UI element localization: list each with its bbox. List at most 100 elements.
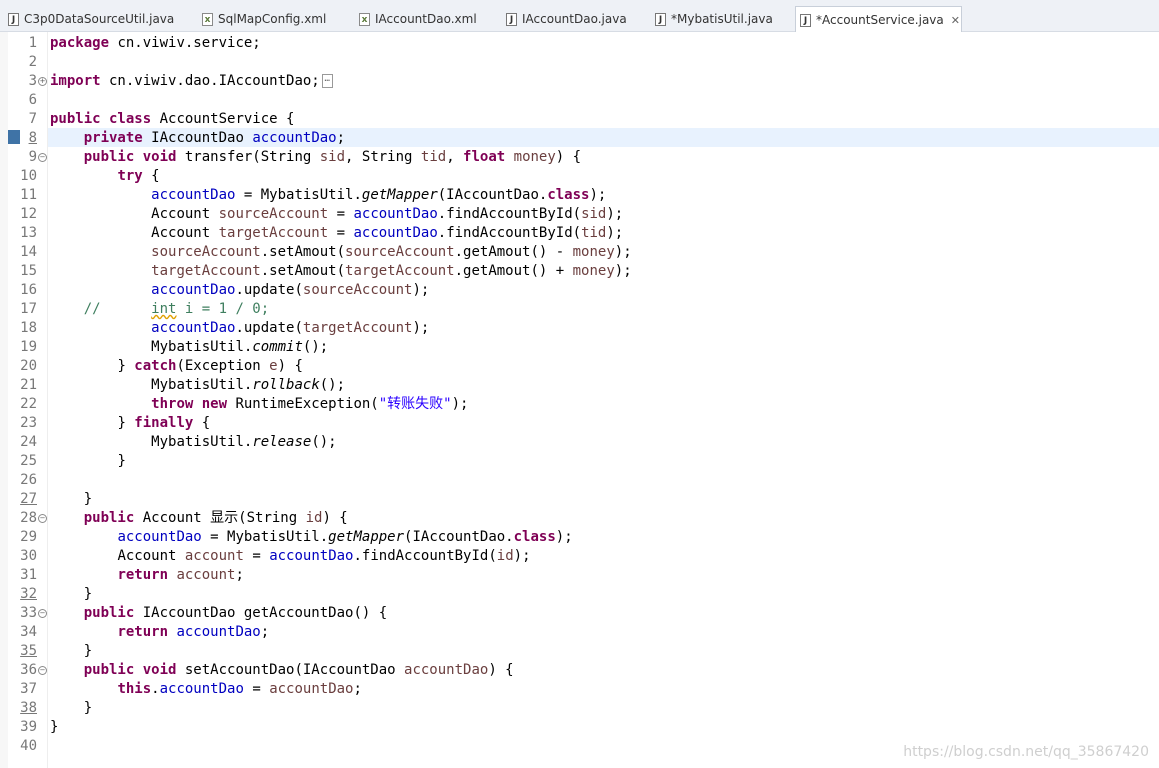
line-number: 40 <box>20 738 37 754</box>
tab-label: *MybatisUtil.java <box>671 12 773 26</box>
xml-file-icon: x <box>202 12 213 26</box>
code-text: } catch(Exception e) { <box>117 358 303 374</box>
code-line: 29 accountDao = MybatisUtil.getMapper(IA… <box>0 528 1159 547</box>
code-line: 12 Account sourceAccount = accountDao.fi… <box>0 205 1159 224</box>
tab-label: C3p0DataSourceUtil.java <box>24 12 175 26</box>
line-number: 10 <box>20 168 37 184</box>
code-line: 22 throw new RuntimeException("转账失败"); <box>0 395 1159 414</box>
code-line: 19 MybatisUtil.commit(); <box>0 338 1159 357</box>
code-text: return accountDao; <box>117 624 270 640</box>
code-text: } <box>83 643 93 659</box>
code-line: 25 } <box>0 452 1159 471</box>
line-number: 29 <box>20 529 37 545</box>
line-number: 33 <box>20 605 37 621</box>
code-text: public Account 显示(String id) { <box>83 510 348 526</box>
line-number: 34 <box>20 624 37 640</box>
code-line: 34 return accountDao; <box>0 623 1159 642</box>
tab-mybatisutil[interactable]: J *MybatisUtil.java <box>651 7 785 31</box>
line-number: 24 <box>20 434 37 450</box>
code-text: MybatisUtil.release(); <box>151 434 337 450</box>
line-number: 12 <box>20 206 37 222</box>
code-text: public void transfer(String sid, String … <box>83 149 582 165</box>
code-text: MybatisUtil.commit(); <box>151 339 329 355</box>
line-number: 30 <box>20 548 37 564</box>
code-text: targetAccount.setAmout(targetAccount.get… <box>151 263 632 279</box>
code-line: 23 } finally { <box>0 414 1159 433</box>
line-number: 8 <box>28 130 37 146</box>
line-number: 20 <box>20 358 37 374</box>
code-text: Account sourceAccount = accountDao.findA… <box>151 206 624 222</box>
code-line: 32 } <box>0 585 1159 604</box>
close-icon[interactable]: ✕ <box>951 14 960 27</box>
fold-expand-icon[interactable]: + <box>38 77 47 86</box>
code-line: 1 package cn.viwiv.service; <box>0 34 1159 53</box>
code-line: 30 Account account = accountDao.findAcco… <box>0 547 1159 566</box>
code-text: } <box>83 700 93 716</box>
line-number: 32 <box>20 586 37 602</box>
code-line: 33 − public IAccountDao getAccountDao() … <box>0 604 1159 623</box>
code-text: } <box>83 586 93 602</box>
folded-imports-icon[interactable]: … <box>321 74 333 88</box>
line-number: 14 <box>20 244 37 260</box>
code-line: 7 public class AccountService { <box>0 110 1159 129</box>
code-text: this.accountDao = accountDao; <box>117 681 362 697</box>
tab-iaccountdao-java[interactable]: J IAccountDao.java <box>502 7 637 31</box>
code-line: 14 sourceAccount.setAmout(sourceAccount.… <box>0 243 1159 262</box>
java-file-icon: J <box>800 13 811 27</box>
code-text: Account account = accountDao.findAccount… <box>117 548 531 564</box>
code-text: public IAccountDao getAccountDao() { <box>83 605 388 621</box>
code-editor[interactable]: 1 package cn.viwiv.service; 2 3 + import… <box>0 32 1159 768</box>
line-number: 38 <box>20 700 37 716</box>
code-text: try { <box>117 168 160 184</box>
fold-collapse-icon[interactable]: − <box>38 514 47 523</box>
line-number: 22 <box>20 396 37 412</box>
code-text: accountDao = MybatisUtil.getMapper(IAcco… <box>117 529 573 545</box>
code-line: 10 try { <box>0 167 1159 186</box>
tab-label: SqlMapConfig.xml <box>218 12 327 26</box>
editor-tab-bar: J C3p0DataSourceUtil.java x SqlMapConfig… <box>0 0 1159 33</box>
line-number: 39 <box>20 719 37 735</box>
code-text: private IAccountDao accountDao; <box>83 130 346 146</box>
code-text: } <box>50 719 59 735</box>
code-line: 11 accountDao = MybatisUtil.getMapper(IA… <box>0 186 1159 205</box>
code-text: accountDao = MybatisUtil.getMapper(IAcco… <box>151 187 607 203</box>
watermark: https://blog.csdn.net/qq_35867420 <box>903 744 1149 760</box>
tab-iaccountdao-xml[interactable]: x IAccountDao.xml <box>355 7 485 31</box>
code-text: public void setAccountDao(IAccountDao ac… <box>83 662 514 678</box>
code-text: public class AccountService { <box>50 111 295 127</box>
tab-sqlmapconfig[interactable]: x SqlMapConfig.xml <box>198 7 338 31</box>
code-text: sourceAccount.setAmout(sourceAccount.get… <box>151 244 632 260</box>
line-number: 19 <box>20 339 37 355</box>
line-number: 25 <box>20 453 37 469</box>
code-line: 37 this.accountDao = accountDao; <box>0 680 1159 699</box>
code-text: } <box>83 491 93 507</box>
tab-c3p0datasourceutil[interactable]: J C3p0DataSourceUtil.java <box>4 7 186 31</box>
fold-collapse-icon[interactable]: − <box>38 153 47 162</box>
line-number: 13 <box>20 225 37 241</box>
line-number: 9 <box>28 149 37 165</box>
tab-label: *AccountService.java <box>816 13 944 27</box>
code-text: } finally { <box>117 415 211 431</box>
tab-label: IAccountDao.xml <box>375 12 477 26</box>
code-text: package cn.viwiv.service; <box>50 35 261 51</box>
line-number: 3 <box>28 73 37 89</box>
code-line: 39 } <box>0 718 1159 737</box>
line-number: 23 <box>20 415 37 431</box>
code-text: Account targetAccount = accountDao.findA… <box>151 225 624 241</box>
line-number: 7 <box>28 111 37 127</box>
code-line: 13 Account targetAccount = accountDao.fi… <box>0 224 1159 243</box>
code-line: 20 } catch(Exception e) { <box>0 357 1159 376</box>
code-text: MybatisUtil.rollback(); <box>151 377 346 393</box>
line-number: 6 <box>28 92 37 108</box>
line-number: 26 <box>20 472 37 488</box>
fold-collapse-icon[interactable]: − <box>38 609 47 618</box>
code-line: 36 − public void setAccountDao(IAccountD… <box>0 661 1159 680</box>
code-line: 16 accountDao.update(sourceAccount); <box>0 281 1159 300</box>
code-text: throw new RuntimeException("转账失败"); <box>151 396 469 412</box>
code-comment: // int i = 1 / 0; <box>83 301 270 317</box>
java-file-icon: J <box>506 12 517 26</box>
fold-collapse-icon[interactable]: − <box>38 666 47 675</box>
code-text: accountDao.update(sourceAccount); <box>151 282 430 298</box>
line-number: 17 <box>20 301 37 317</box>
tab-accountservice[interactable]: J *AccountService.java ✕ <box>795 6 962 33</box>
